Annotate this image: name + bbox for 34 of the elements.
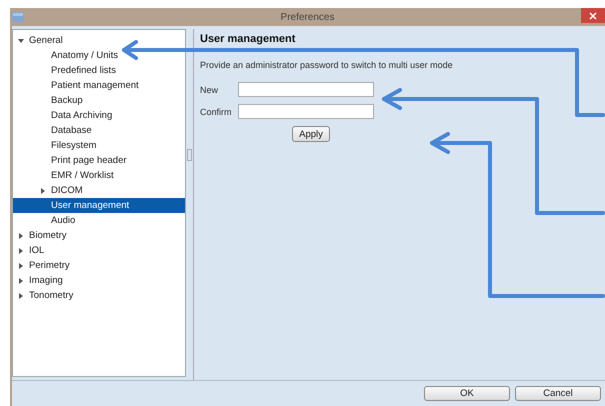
dialog-button[interactable]: Cancel bbox=[515, 386, 601, 401]
tree-item[interactable]: Biometry bbox=[13, 228, 185, 243]
password-field[interactable] bbox=[238, 104, 374, 119]
apply-button[interactable]: Apply bbox=[292, 126, 330, 142]
tree-item[interactable]: Patient management bbox=[13, 78, 185, 93]
tree-item[interactable]: Database bbox=[13, 123, 185, 138]
tree-item[interactable]: DICOM bbox=[13, 183, 185, 198]
tree-item[interactable]: Backup bbox=[13, 93, 185, 108]
tree-item[interactable]: Filesystem bbox=[13, 138, 185, 153]
window-icon bbox=[12, 12, 24, 22]
tree-item[interactable]: IOL bbox=[13, 243, 185, 258]
tree-item[interactable]: EMR / Worklist bbox=[13, 168, 185, 183]
tree-item[interactable]: User management bbox=[13, 198, 185, 213]
expander-icon[interactable] bbox=[39, 186, 47, 194]
field-label: New bbox=[200, 84, 220, 94]
description-text: Provide an administrator password to switch to multi user mode bbox=[200, 60, 454, 70]
tree-item[interactable]: General bbox=[13, 33, 185, 48]
expander-icon[interactable] bbox=[17, 36, 25, 44]
tree-item[interactable]: Perimetry bbox=[13, 258, 185, 273]
tree-item[interactable]: Audio bbox=[13, 213, 185, 228]
field-label: Confirm bbox=[200, 106, 233, 116]
password-field[interactable] bbox=[238, 82, 374, 97]
tree-item[interactable]: Imaging bbox=[13, 273, 185, 288]
close-icon bbox=[589, 12, 597, 20]
splitter-handle[interactable] bbox=[187, 148, 192, 160]
tree-item[interactable]: Data Archiving bbox=[13, 108, 185, 123]
dialog-button[interactable]: OK bbox=[424, 386, 510, 401]
tree-item[interactable]: Predefined lists bbox=[13, 63, 185, 78]
window-title: Preferences bbox=[280, 12, 334, 22]
panel-title: User management bbox=[200, 33, 296, 45]
tree-item[interactable]: Tonometry bbox=[13, 288, 185, 303]
tree-item[interactable]: Anatomy / Units bbox=[13, 48, 185, 63]
close-button[interactable] bbox=[581, 8, 605, 23]
tree-item[interactable]: Print page header bbox=[13, 153, 185, 168]
